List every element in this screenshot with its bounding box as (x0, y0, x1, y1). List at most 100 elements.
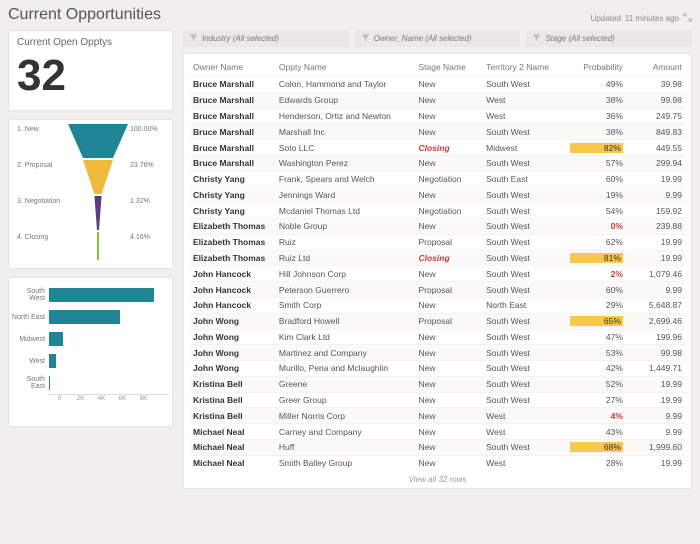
cell: 0% (567, 219, 626, 235)
funnel-label: 2. Proposal (17, 160, 65, 169)
cell: 42% (567, 361, 626, 377)
table-row[interactable]: John HancockHill Johnson CorpNewSouth We… (190, 266, 685, 282)
kpi-card: Current Open Opptys 32 (8, 30, 173, 111)
cell: 9.99 (626, 424, 685, 440)
table-row[interactable]: Bruce MarshallColon, Hammond and TaylorN… (190, 77, 685, 93)
filter-icon (189, 33, 198, 44)
filter-1[interactable]: Owner_Name (All selected) (355, 30, 521, 47)
expand-icon[interactable] (683, 13, 692, 24)
bar-label: South West (11, 288, 49, 302)
filter-0[interactable]: Industry (All selected) (183, 30, 349, 47)
table-row[interactable]: Christy YangJennings WardNewSouth West19… (190, 187, 685, 203)
col-header[interactable]: Territory 2 Name (483, 58, 567, 77)
table-row[interactable]: Kristina BellGreer GroupNewSouth West27%… (190, 392, 685, 408)
bar-row: South West (11, 284, 170, 306)
opportunity-table-card: Owner NameOppty NameStage NameTerritory … (183, 53, 692, 489)
cell: Hill Johnson Corp (276, 266, 416, 282)
cell: John Hancock (190, 297, 276, 313)
cell: Bruce Marshall (190, 108, 276, 124)
cell: New (415, 92, 483, 108)
cell: 159.92 (626, 203, 685, 219)
table-row[interactable]: John HancockSmith CorpNewNorth East29%5,… (190, 297, 685, 313)
kpi-value: 32 (17, 50, 164, 104)
cell: 39.98 (626, 77, 685, 93)
cell: Noble Group (276, 219, 416, 235)
table-row[interactable]: John WongMurillo, Pena and MclaughlinNew… (190, 361, 685, 377)
bar (49, 288, 154, 302)
cell: 299.94 (626, 155, 685, 171)
funnel-pct: 100.00% (130, 124, 164, 133)
cell: Kim Clark Ltd (276, 329, 416, 345)
table-row[interactable]: Elizabeth ThomasRuiz LtdClosingSouth Wes… (190, 250, 685, 266)
cell: Edwards Group (276, 92, 416, 108)
table-row[interactable]: Bruce MarshallHenderson, Ortiz and Newto… (190, 108, 685, 124)
table-row[interactable]: Bruce MarshallSoto LLCClosingMidwest82%4… (190, 140, 685, 156)
cell: New (415, 219, 483, 235)
table-row[interactable]: Kristina BellMiller Norris CorpNewWest4%… (190, 408, 685, 424)
funnel-label: 1. New (17, 124, 65, 133)
table-row[interactable]: Kristina BellGreeneNewSouth West52%19.99 (190, 376, 685, 392)
bar (49, 376, 50, 390)
table-row[interactable]: John HancockPeterson GuerreroProposalSou… (190, 282, 685, 298)
col-header[interactable]: Amount (626, 58, 685, 77)
cell: South West (483, 439, 567, 455)
cell: Closing (415, 140, 483, 156)
col-header[interactable]: Probability (567, 58, 626, 77)
table-row[interactable]: John WongBradford HowellProposalSouth We… (190, 313, 685, 329)
table-row[interactable]: Elizabeth ThomasNoble GroupNewSouth West… (190, 219, 685, 235)
table-row[interactable]: Christy YangMcdaniel Thomas LtdNegotiati… (190, 203, 685, 219)
cell: 2% (567, 266, 626, 282)
cell: 28% (567, 455, 626, 470)
funnel-pct: 1.32% (130, 196, 164, 205)
bar-row: South East (11, 372, 170, 394)
cell: Martinez and Company (276, 345, 416, 361)
table-row[interactable]: John WongKim Clark LtdNewSouth West47%19… (190, 329, 685, 345)
cell: West (483, 455, 567, 470)
table-row[interactable]: Michael NealHuffNewSouth West68%1,999.60 (190, 439, 685, 455)
cell: South East (483, 171, 567, 187)
filter-label: Industry (All selected) (202, 34, 279, 43)
cell: 52% (567, 376, 626, 392)
funnel-stage: 3. Negotiation1.32% (17, 196, 164, 232)
cell: 199.96 (626, 329, 685, 345)
cell: Greer Group (276, 392, 416, 408)
col-header[interactable]: Owner Name (190, 58, 276, 77)
table-row[interactable]: Michael NealCarney and CompanyNewWest43%… (190, 424, 685, 440)
axis-tick: 0 (49, 395, 70, 402)
table-row[interactable]: Christy YangFrank, Spears and WelchNegot… (190, 171, 685, 187)
opportunity-table: Owner NameOppty NameStage NameTerritory … (190, 58, 685, 471)
table-row[interactable]: John WongMartinez and CompanyNewSouth We… (190, 345, 685, 361)
bar-axis: 02K4K6K8K (49, 394, 170, 402)
cell: South West (483, 329, 567, 345)
territory-bar-chart: South WestNorth EastMidwestWestSouth Eas… (8, 277, 173, 427)
cell: Christy Yang (190, 187, 276, 203)
cell: West (483, 92, 567, 108)
filter-icon (532, 33, 541, 44)
col-header[interactable]: Stage Name (415, 58, 483, 77)
cell: Christy Yang (190, 171, 276, 187)
cell: New (415, 424, 483, 440)
updated-time: 11 minutes ago (625, 14, 679, 23)
bar-row: West (11, 350, 170, 372)
bar-label: North East (11, 314, 49, 321)
view-all-link[interactable]: View all 32 rows (190, 471, 685, 484)
table-row[interactable]: Bruce MarshallWashington PerezNewSouth W… (190, 155, 685, 171)
cell: John Hancock (190, 282, 276, 298)
table-row[interactable]: Bruce MarshallEdwards GroupNewWest38%99.… (190, 92, 685, 108)
cell: South West (483, 219, 567, 235)
cell: 2,699.46 (626, 313, 685, 329)
cell: Soto LLC (276, 140, 416, 156)
cell: South West (483, 345, 567, 361)
table-row[interactable]: Michael NealSmith Bailey GroupNewWest28%… (190, 455, 685, 470)
filter-label: Stage (All selected) (545, 34, 614, 43)
filter-2[interactable]: Stage (All selected) (526, 30, 692, 47)
cell: Peterson Guerrero (276, 282, 416, 298)
cell: 43% (567, 424, 626, 440)
col-header[interactable]: Oppty Name (276, 58, 416, 77)
cell: John Wong (190, 345, 276, 361)
table-row[interactable]: Elizabeth ThomasRuizProposalSouth West62… (190, 234, 685, 250)
cell: Jennings Ward (276, 187, 416, 203)
table-row[interactable]: Bruce MarshallMarshall IncNewSouth West3… (190, 124, 685, 140)
cell: 19% (567, 187, 626, 203)
cell: Greene (276, 376, 416, 392)
